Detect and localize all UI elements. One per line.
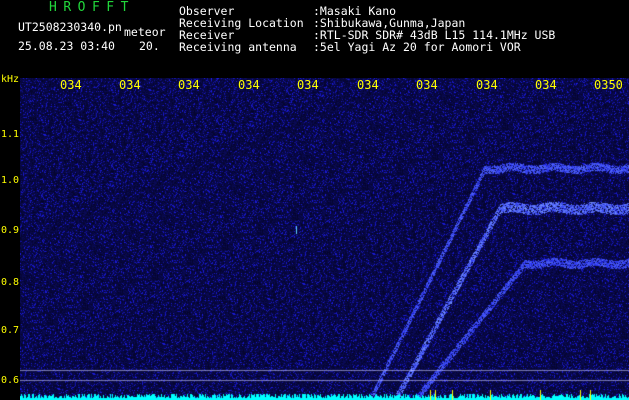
y-tick-label: 0.8	[1, 277, 20, 288]
time-tick-label: 034	[60, 78, 82, 92]
y-tick-label: 0.7	[1, 325, 20, 336]
y-tick-label: 0.6	[1, 375, 20, 386]
record-count: 20.	[139, 39, 160, 53]
y-tick-label: 0.9	[1, 225, 20, 236]
time-tick-label: 034	[535, 78, 557, 92]
file-name-suffix: meteor	[124, 25, 166, 39]
time-axis: 034 034 034 034 034 034 034 034 034 0350	[0, 78, 629, 92]
time-tick-label: 034	[357, 78, 379, 92]
field-label-antenna: Receiving antenna	[179, 40, 297, 54]
time-tick-label: 034	[416, 78, 438, 92]
app-brand: HROFFT	[49, 0, 135, 15]
time-tick-label: 034	[297, 78, 319, 92]
y-tick-label: 1.1	[1, 129, 20, 140]
file-name: UT2508230340.pn	[18, 20, 122, 34]
time-tick-label: 034	[119, 78, 141, 92]
spectrogram-canvas	[20, 78, 629, 400]
time-tick-label: 034	[238, 78, 260, 92]
date-time: 25.08.23 03:40	[18, 39, 115, 53]
info-header: HROFFT UT2508230340.pn meteor 25.08.23 0…	[0, 0, 629, 76]
time-tick-label: 034	[178, 78, 200, 92]
time-tick-label: 034	[476, 78, 498, 92]
y-tick-label: 1.0	[1, 175, 20, 186]
frequency-axis: 1.1 1.0 0.9 0.8 0.7 0.6	[0, 78, 20, 400]
field-value-antenna: :5el Yagi Az 20 for Aomori VOR	[313, 40, 521, 54]
time-tick-label: 0350	[594, 78, 623, 92]
